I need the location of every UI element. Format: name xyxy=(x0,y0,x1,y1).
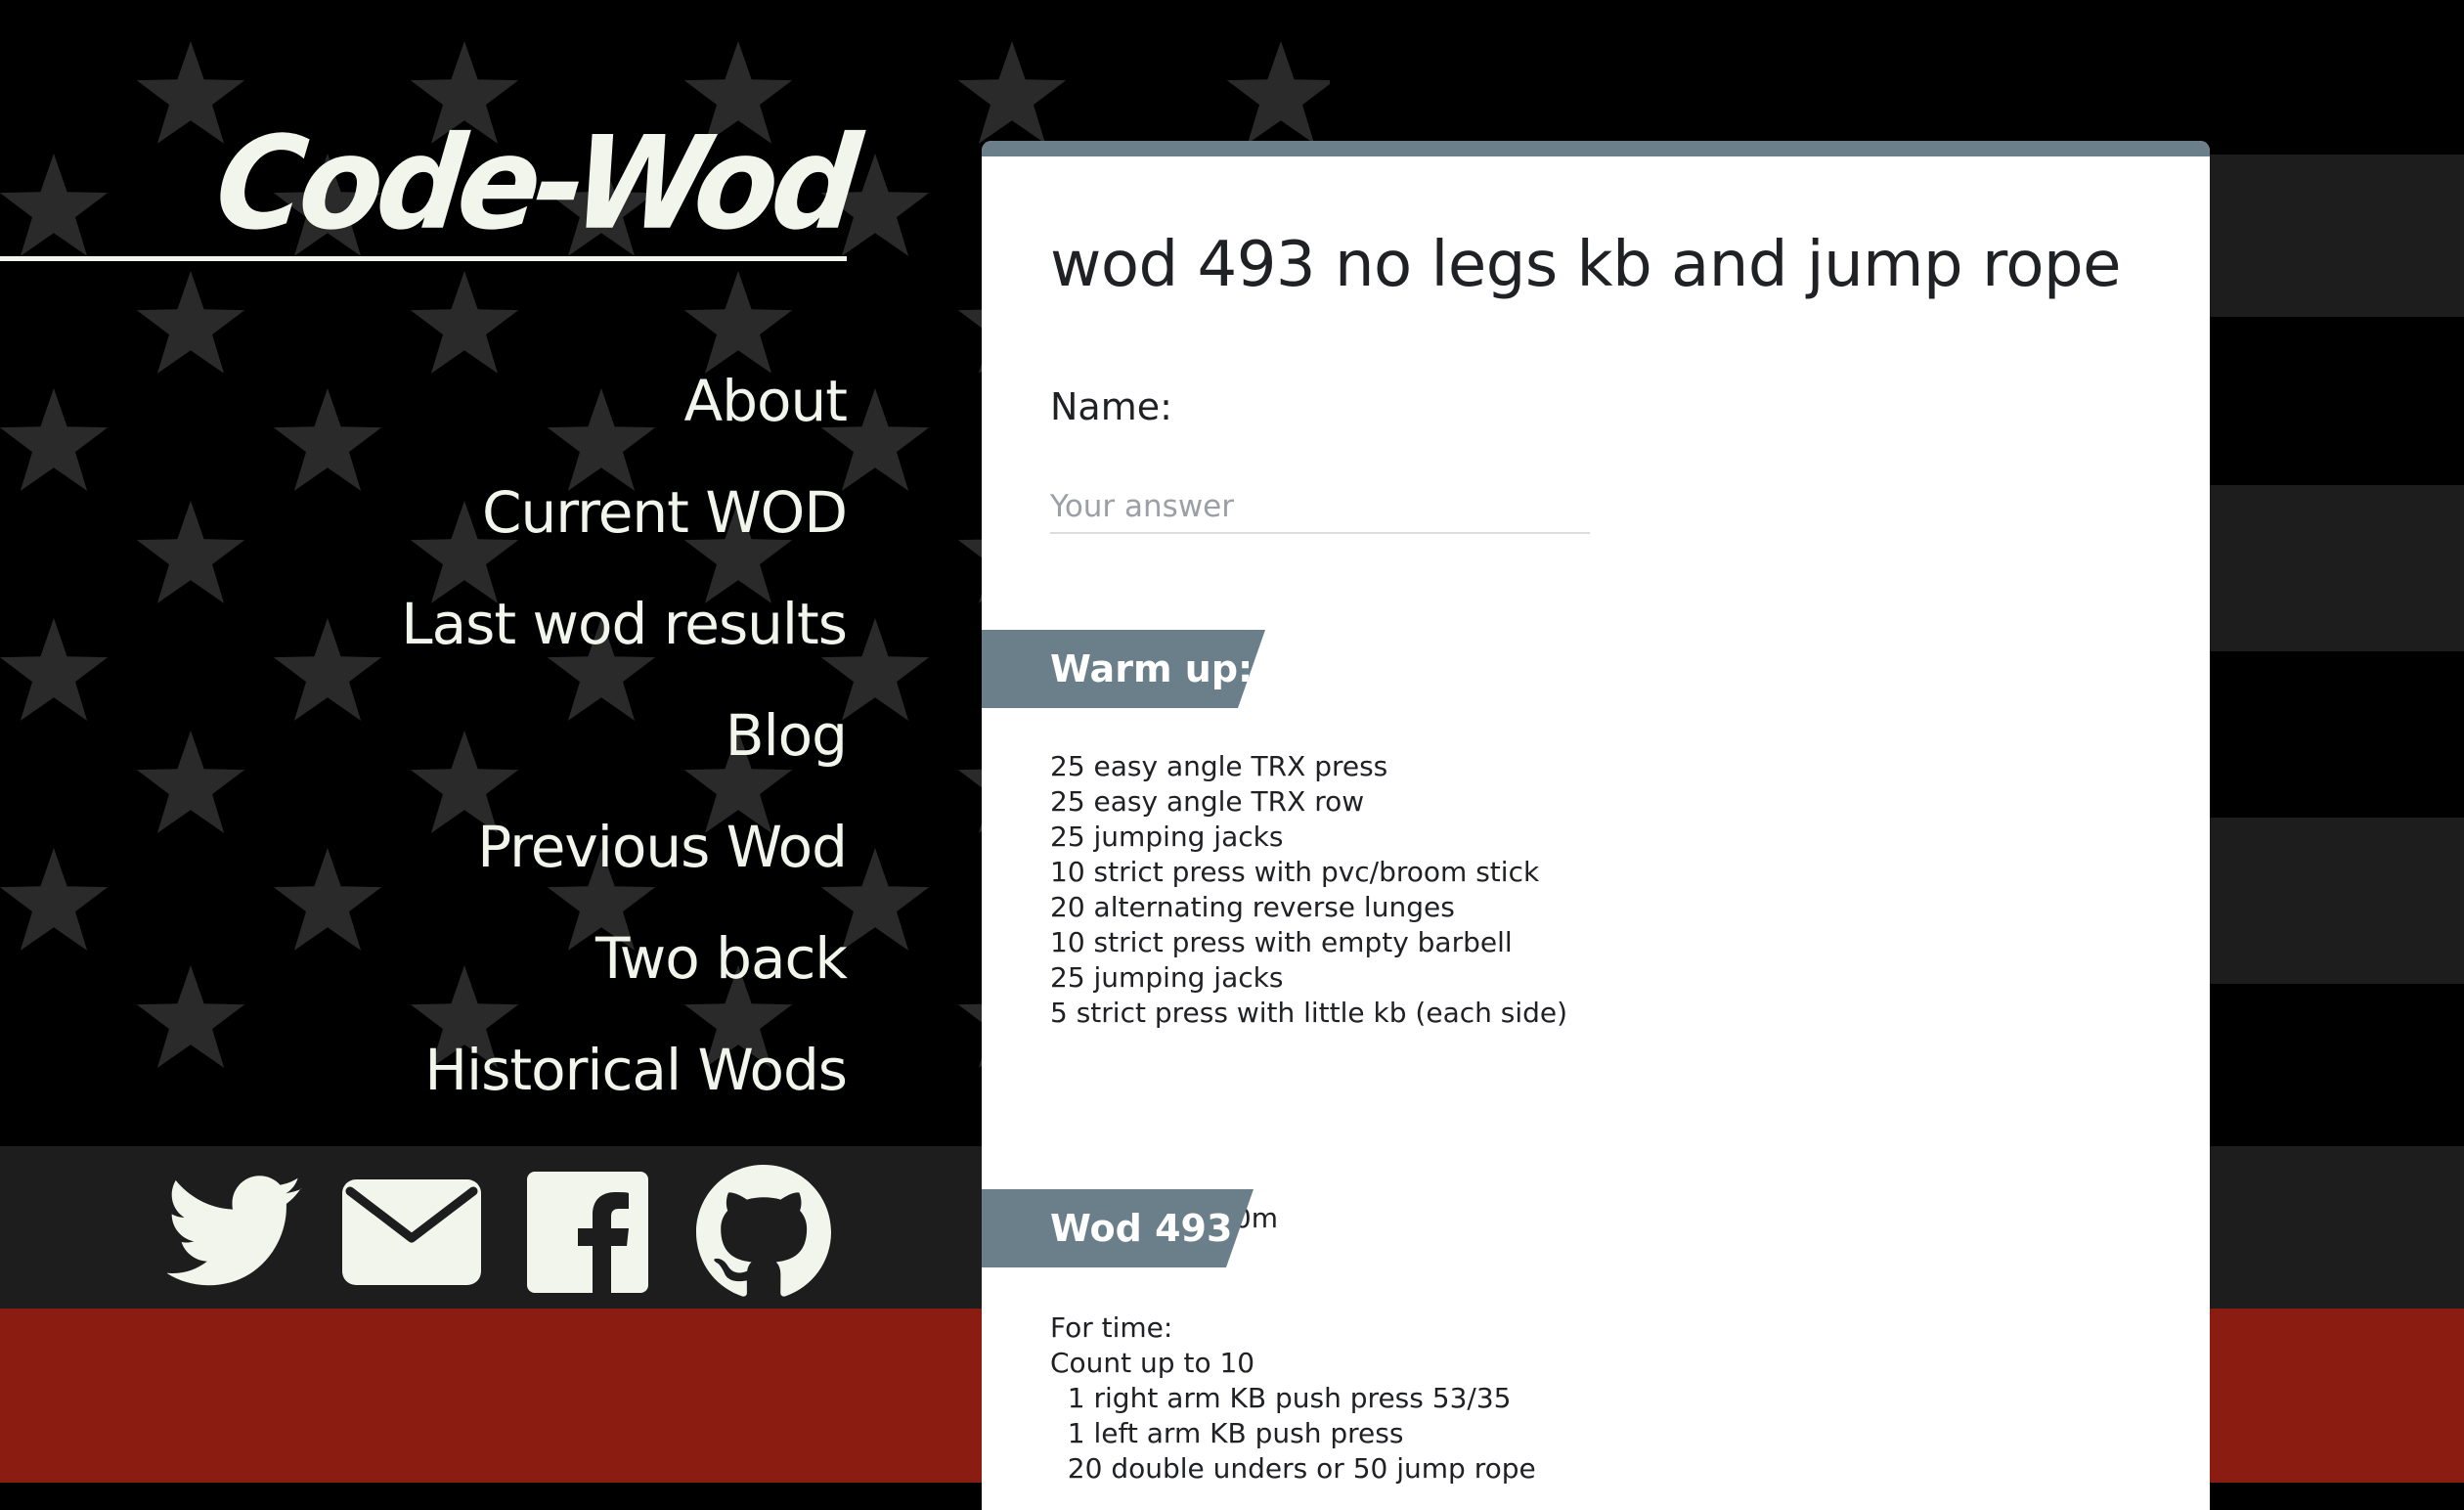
github-icon[interactable] xyxy=(694,1163,833,1302)
form-title: wod 493 no legs kb and jump rope xyxy=(1050,229,2122,301)
form-card: wod 493 no legs kb and jump rope Name: W… xyxy=(982,141,2210,1510)
nav-previous-wod[interactable]: Previous Wod xyxy=(0,803,848,914)
section-header-warmup: Warm up: xyxy=(982,630,1265,708)
section-header-wod: Wod 493 xyxy=(982,1189,1254,1267)
brand-underline xyxy=(0,256,847,261)
social-links xyxy=(166,1164,833,1301)
nav-historical-wods[interactable]: Historical Wods xyxy=(0,1026,848,1137)
nav-two-back[interactable]: Two back xyxy=(0,914,848,1026)
main-nav: About Current WOD Last wod results Blog … xyxy=(0,357,848,1137)
site-title: Code-Wod xyxy=(208,109,861,259)
wod-description: For time: Count up to 10 1 right arm KB … xyxy=(1050,1311,1536,1485)
brand-logo[interactable]: Code-Wod xyxy=(0,110,861,259)
nav-about[interactable]: About xyxy=(0,357,848,468)
warmup-description: 25 easy angle TRX press 25 easy angle TR… xyxy=(1050,750,1568,1029)
twitter-icon[interactable] xyxy=(166,1163,305,1302)
nav-blog[interactable]: Blog xyxy=(0,691,848,803)
mail-icon[interactable] xyxy=(342,1163,481,1302)
facebook-icon[interactable] xyxy=(518,1163,657,1302)
nav-current-wod[interactable]: Current WOD xyxy=(0,468,848,580)
name-question-label: Name: xyxy=(1050,385,1172,428)
form-header-bar xyxy=(982,141,2210,156)
name-answer-input[interactable] xyxy=(1050,481,1590,534)
nav-last-wod-results[interactable]: Last wod results xyxy=(0,580,848,691)
